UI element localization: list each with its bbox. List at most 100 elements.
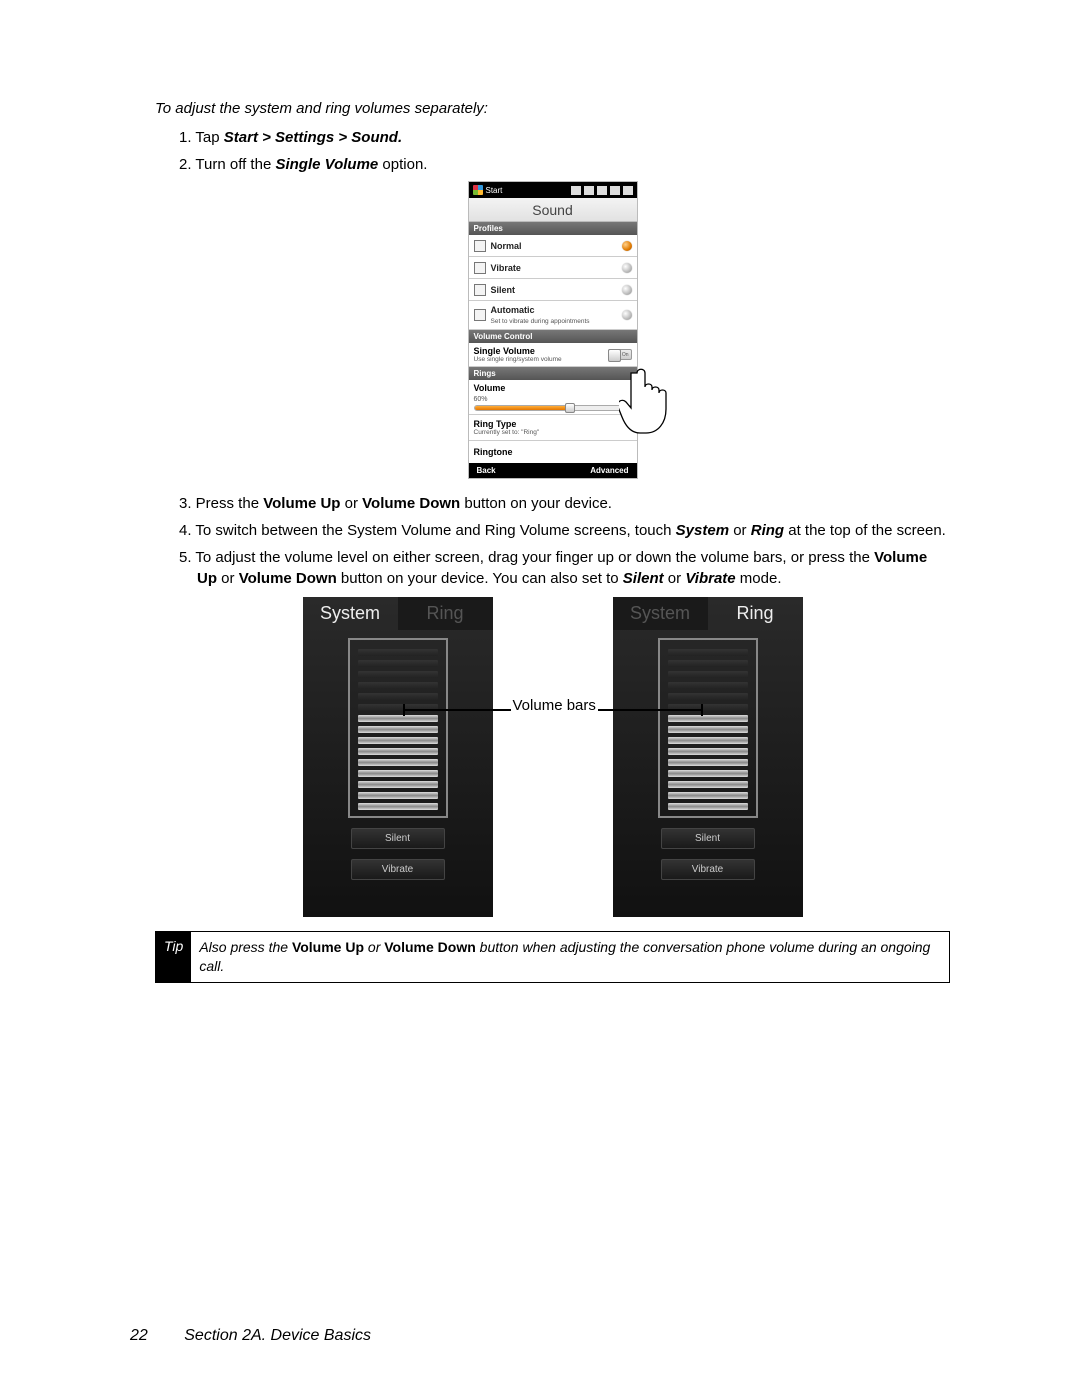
silent-button[interactable]: Silent (351, 828, 445, 849)
phone-vibrate-icon (474, 262, 486, 274)
volume-bars-callout: Volume bars (493, 597, 613, 714)
vibrate-button[interactable]: Vibrate (661, 859, 755, 880)
profile-automatic-sub: Set to vibrate during appointments (491, 318, 590, 325)
profile-silent-label: Silent (491, 285, 516, 295)
tab-ring[interactable]: Ring (398, 597, 493, 630)
radio-selected-icon (622, 241, 632, 251)
status-bar: Start (469, 182, 637, 198)
ringtone-label: Ringtone (474, 447, 513, 457)
s4-pre: 4. To switch between the System Volume a… (179, 522, 676, 539)
tip-label: Tip (156, 932, 191, 982)
s3-post: button on your device. (460, 495, 612, 512)
volume-slider[interactable] (474, 405, 632, 411)
step-2: 2. Turn off the Single Volume option. (193, 154, 950, 175)
ring-type-row[interactable]: Ring Type Currently set to: "Ring" (469, 415, 637, 441)
slider-knob-icon[interactable] (565, 403, 575, 413)
windows-flag-icon (473, 185, 483, 195)
ringtone-row[interactable]: Ringtone (469, 441, 637, 463)
softkey-back[interactable]: Back (477, 466, 496, 475)
start-label[interactable]: Start (486, 186, 503, 195)
s3-pre: 3. Press the (179, 495, 263, 512)
step-1: 1. Tap Start > Settings > Sound. (193, 127, 950, 148)
phone-auto-icon (474, 309, 486, 321)
profiles-header: Profiles (469, 222, 637, 235)
step-1-path: Start > Settings > Sound. (224, 129, 402, 146)
ring-volume-screen: System Ring Silent Vibrate (613, 597, 803, 917)
s4-mid: or (729, 522, 751, 539)
volume-bars-label: Volume bars (511, 697, 598, 714)
s3-b2: Volume Down (362, 495, 460, 512)
sound-phone-figure: Start Sound Profiles Normal Vibrate (155, 181, 950, 479)
s5-mid1: or (217, 570, 239, 587)
steps-1-2: 1. Tap Start > Settings > Sound. 2. Turn… (155, 127, 950, 175)
volume-bars[interactable] (658, 638, 758, 818)
s5-mid2: button on your device. You can also set … (337, 570, 623, 587)
step-4: 4. To switch between the System Volume a… (193, 520, 950, 541)
s3-b1: Volume Up (263, 495, 340, 512)
tip-text: Also press the Volume Up or Volume Down … (191, 932, 949, 982)
s5-b4: Vibrate (685, 570, 735, 587)
soft-key-bar: Back Advanced (469, 463, 637, 478)
tab-system[interactable]: System (303, 597, 398, 630)
intro-text: To adjust the system and ring volumes se… (155, 100, 950, 117)
tab-system[interactable]: System (613, 597, 708, 630)
volume-screens-figure: System Ring Silent Vibrate Volume bars S… (155, 597, 950, 917)
tip-b1: Volume Up (292, 939, 364, 955)
tab-ring[interactable]: Ring (708, 597, 803, 630)
menu-icon (623, 186, 633, 195)
single-volume-toggle[interactable]: On (608, 349, 632, 360)
step-2-pre: 2. Turn off the (179, 156, 275, 173)
phone-sound-icon (474, 240, 486, 252)
volume-control-header: Volume Control (469, 330, 637, 343)
profile-vibrate-label: Vibrate (491, 263, 521, 273)
s5-pre: 5. To adjust the volume level on either … (179, 549, 874, 566)
steps-3-5: 3. Press the Volume Up or Volume Down bu… (155, 493, 950, 589)
single-volume-label: Single Volume (474, 346, 562, 356)
battery-icon (610, 186, 620, 195)
profile-automatic[interactable]: Automatic Set to vibrate during appointm… (469, 301, 637, 330)
s4-post: at the top of the screen. (784, 522, 946, 539)
s4-b2: Ring (751, 522, 784, 539)
s3-mid: or (340, 495, 362, 512)
volume-label: Volume (474, 383, 506, 393)
radio-unselected-icon (622, 263, 632, 273)
status-icon (571, 186, 581, 195)
step-2-post: option. (378, 156, 427, 173)
tip-t1: Also press the (199, 939, 292, 955)
tip-b2: Volume Down (384, 939, 476, 955)
page: To adjust the system and ring volumes se… (0, 0, 1080, 1043)
section-title: Section 2A. Device Basics (184, 1327, 371, 1344)
rings-header: Rings (469, 367, 637, 380)
profile-automatic-label: Automatic (491, 305, 535, 315)
s5-post: mode. (736, 570, 782, 587)
page-number: 22 (130, 1327, 148, 1344)
step-2-option: Single Volume (275, 156, 378, 173)
signal-icon (584, 186, 594, 195)
system-volume-screen: System Ring Silent Vibrate (303, 597, 493, 917)
profile-normal-label: Normal (491, 241, 522, 251)
vibrate-button[interactable]: Vibrate (351, 859, 445, 880)
profile-silent[interactable]: Silent (469, 279, 637, 301)
s4-b1: System (676, 522, 729, 539)
silent-button[interactable]: Silent (661, 828, 755, 849)
step-1-pre: 1. Tap (179, 129, 224, 146)
step-3: 3. Press the Volume Up or Volume Down bu… (193, 493, 950, 514)
radio-unselected-icon (622, 285, 632, 295)
ring-type-sub: Currently set to: "Ring" (474, 429, 540, 436)
screen-title: Sound (469, 198, 637, 222)
single-volume-row[interactable]: Single Volume Use single ring/system vol… (469, 343, 637, 367)
step-5: 5. To adjust the volume level on either … (193, 547, 950, 589)
s5-b3: Silent (623, 570, 664, 587)
volume-bars[interactable] (348, 638, 448, 818)
profile-normal[interactable]: Normal (469, 235, 637, 257)
sound-phone: Start Sound Profiles Normal Vibrate (468, 181, 638, 479)
profile-vibrate[interactable]: Vibrate (469, 257, 637, 279)
single-volume-sub: Use single ring/system volume (474, 356, 562, 363)
tip-box: Tip Also press the Volume Up or Volume D… (155, 931, 950, 983)
s5-b2: Volume Down (239, 570, 337, 587)
volume-row[interactable]: Volume 60% (469, 380, 637, 415)
page-footer: 22 Section 2A. Device Basics (130, 1327, 371, 1345)
tip-t2: or (364, 939, 384, 955)
softkey-advanced[interactable]: Advanced (590, 466, 628, 475)
volume-percent: 60% (474, 396, 488, 403)
